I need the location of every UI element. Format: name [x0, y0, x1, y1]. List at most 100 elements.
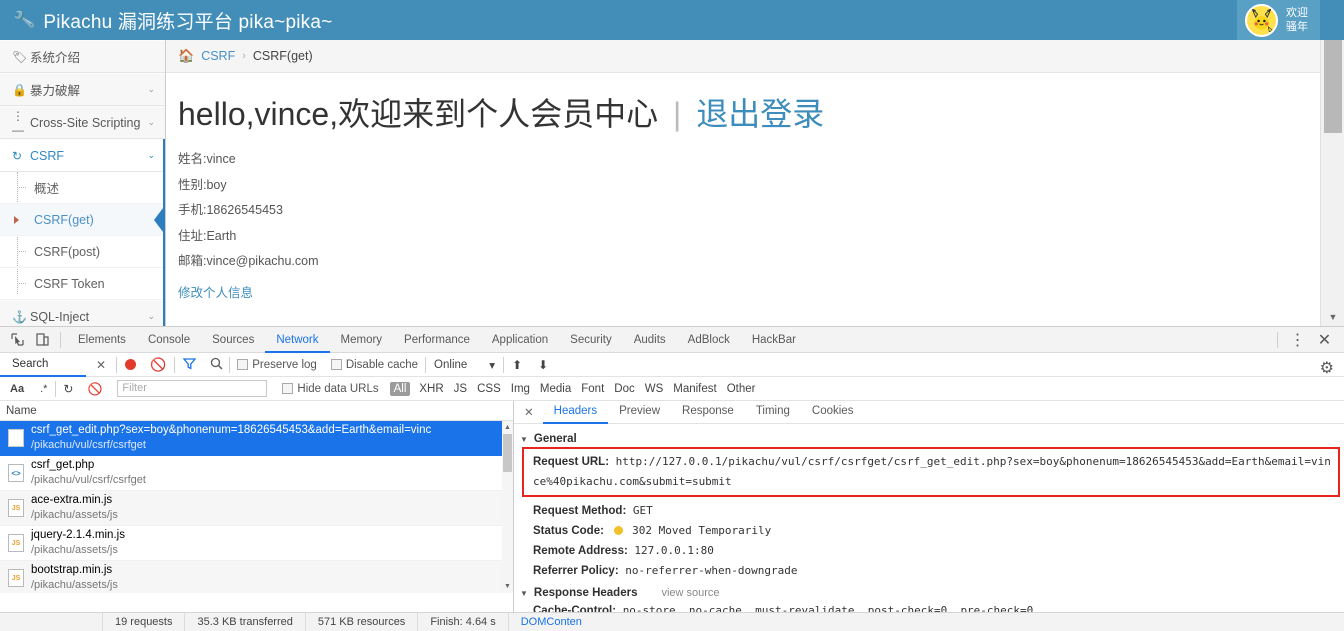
request-name: csrf_get.php: [31, 459, 95, 471]
logout-link[interactable]: 退出登录: [696, 96, 824, 132]
sidebar: 🏷 系统介绍 🔒 暴力破解 ⌄ ⋮— Cross-Site Scripting …: [0, 40, 166, 326]
sidebar-subitem-csrf-post[interactable]: CSRF(post): [0, 236, 165, 268]
import-har-icon[interactable]: ⬆: [512, 358, 522, 372]
sidebar-item-xss[interactable]: ⋮— Cross-Site Scripting ⌄: [0, 106, 165, 139]
tab-response[interactable]: Response: [671, 401, 745, 424]
scroll-down-icon[interactable]: ▼: [1321, 308, 1344, 326]
filter-type-css[interactable]: CSS: [472, 383, 506, 395]
hide-data-urls-checkbox[interactable]: Hide data URLs: [282, 383, 379, 395]
filter-icon[interactable]: [182, 357, 197, 373]
toolbar-divider-2: [174, 356, 176, 373]
sidebar-item-xss-label: Cross-Site Scripting: [30, 115, 141, 130]
scroll-down-icon[interactable]: ▼: [502, 580, 513, 593]
filter-type-js[interactable]: JS: [449, 383, 472, 395]
close-details-icon[interactable]: ✕: [514, 405, 543, 419]
scroll-up-icon[interactable]: ▲: [502, 421, 513, 434]
block-icon[interactable]: 🚫: [80, 382, 109, 396]
disable-cache-checkbox[interactable]: Disable cache: [330, 359, 418, 371]
sidebar-subitem-csrf-token[interactable]: CSRF Token: [0, 268, 165, 300]
table-row[interactable]: csrf_get_edit.php?sex=boy&phonenum=18626…: [0, 421, 513, 456]
status-code-row: Status Code: 302 Moved Temporarily: [520, 521, 1344, 541]
request-path: /pikachu/assets/js: [31, 579, 118, 591]
table-row[interactable]: JS jquery-2.1.4.min.js /pikachu/assets/j…: [0, 526, 513, 561]
tab-network[interactable]: Network: [265, 327, 329, 353]
inspect-icon[interactable]: [10, 332, 25, 347]
export-har-icon[interactable]: ⬇: [538, 358, 548, 372]
table-row[interactable]: JS ace-extra.min.js /pikachu/assets/js: [0, 491, 513, 526]
table-row[interactable]: JS bootstrap.min.js /pikachu/assets/js: [0, 561, 513, 593]
record-icon[interactable]: [125, 359, 137, 370]
filter-type-media[interactable]: Media: [535, 383, 576, 395]
tab-timing[interactable]: Timing: [745, 401, 801, 424]
tab-security[interactable]: Security: [559, 327, 623, 353]
tab-memory[interactable]: Memory: [330, 327, 394, 353]
response-headers-title-label: Response Headers: [533, 587, 638, 599]
response-headers-section-title[interactable]: ▼ Response Headers view source: [520, 587, 1344, 599]
search-drawer-tab[interactable]: Search: [0, 353, 86, 377]
filter-type-other[interactable]: Other: [722, 383, 761, 395]
tab-application[interactable]: Application: [481, 327, 559, 353]
csrf-icon: ↻: [12, 148, 23, 163]
filter-type-font[interactable]: Font: [576, 383, 609, 395]
refresh-icon[interactable]: ↻: [56, 382, 80, 396]
tab-sources[interactable]: Sources: [201, 327, 265, 353]
user-menu[interactable]: 欢迎 骚年: [1237, 0, 1320, 40]
sidebar-subitem-csrf-get[interactable]: CSRF(get): [0, 204, 165, 236]
close-search-icon[interactable]: ✕: [86, 358, 116, 372]
sidebar-item-csrf[interactable]: ↻ CSRF ⌄: [0, 139, 165, 172]
sidebar-item-intro[interactable]: 🏷 系统介绍: [0, 40, 165, 73]
page-content: 🏠 CSRF › CSRF(get) hello,vince,欢迎来到个人会员中…: [166, 40, 1320, 326]
regex-button[interactable]: .*: [32, 383, 55, 395]
site-title: Pikachu 漏洞练习平台 pika~pika~: [43, 11, 333, 33]
clear-icon[interactable]: 🚫: [150, 357, 166, 373]
sidebar-subitem-overview[interactable]: 概述: [0, 172, 165, 204]
request-list-scrollbar[interactable]: ▲ ▼: [502, 421, 513, 593]
tab-adblock[interactable]: AdBlock: [677, 327, 741, 353]
page-scrollbar[interactable]: ▲ ▼: [1320, 40, 1344, 326]
tab-hackbar[interactable]: HackBar: [741, 327, 807, 353]
close-devtools-icon[interactable]: ✕: [1317, 332, 1332, 349]
tab-preview[interactable]: Preview: [608, 401, 671, 424]
table-row[interactable]: <> csrf_get.php /pikachu/vul/csrf/csrfge…: [0, 456, 513, 491]
preserve-log-checkbox[interactable]: Preserve log: [237, 359, 317, 371]
home-icon[interactable]: 🏠: [178, 48, 194, 64]
tab-headers[interactable]: Headers: [543, 401, 608, 424]
search-icon[interactable]: [210, 357, 223, 373]
tab-performance[interactable]: Performance: [393, 327, 481, 353]
sidebar-item-sql-inject-label: SQL-Inject: [30, 309, 90, 324]
tab-console[interactable]: Console: [137, 327, 201, 353]
status-finish: Finish: 4.64 s: [418, 612, 509, 631]
filter-type-doc[interactable]: Doc: [609, 383, 639, 395]
page-scrollbar-thumb[interactable]: [1324, 40, 1342, 133]
page-title: hello,vince,欢迎来到个人会员中心 | 退出登录: [178, 95, 1320, 133]
match-case-button[interactable]: Aa: [0, 383, 32, 395]
filter-type-xhr[interactable]: XHR: [414, 383, 448, 395]
more-options-icon[interactable]: ⋮: [1290, 332, 1306, 349]
sidebar-item-bruteforce[interactable]: 🔒 暴力破解 ⌄: [0, 73, 165, 106]
request-name: csrf_get_edit.php?sex=boy&phonenum=18626…: [31, 424, 432, 436]
filter-type-manifest[interactable]: Manifest: [668, 383, 721, 395]
filter-type-ws[interactable]: WS: [640, 383, 669, 395]
tab-cookies[interactable]: Cookies: [801, 401, 865, 424]
settings-gear-icon[interactable]: ⚙: [1320, 358, 1334, 378]
site-brand[interactable]: 🔧 Pikachu 漏洞练习平台 pika~pika~: [0, 7, 333, 34]
filter-type-img[interactable]: Img: [506, 383, 535, 395]
filter-input[interactable]: Filter: [117, 380, 268, 397]
csrf-submenu: 概述 CSRF(get) CSRF(post) CSRF Token: [0, 172, 165, 300]
throttling-select[interactable]: Online ▾: [434, 358, 495, 372]
inject-icon: ⚓: [12, 309, 27, 324]
device-toolbar-icon[interactable]: [35, 332, 50, 347]
view-source-link[interactable]: view source: [661, 587, 719, 599]
request-method-row: Request Method: GET: [520, 501, 1344, 521]
general-section-title[interactable]: ▼ General: [520, 433, 1344, 445]
network-body: Name csrf_get_edit.php?sex=boy&phonenum=…: [0, 401, 1344, 613]
tab-audits[interactable]: Audits: [623, 327, 677, 353]
edit-profile-link[interactable]: 修改个人信息: [178, 282, 253, 301]
sidebar-item-sql-inject[interactable]: ⚓ SQL-Inject ⌄: [0, 300, 165, 326]
request-name: ace-extra.min.js: [31, 494, 113, 506]
tab-elements[interactable]: Elements: [67, 327, 137, 353]
breadcrumb-parent[interactable]: CSRF: [201, 49, 235, 63]
request-list[interactable]: csrf_get_edit.php?sex=boy&phonenum=18626…: [0, 421, 513, 593]
filter-type-all[interactable]: All: [389, 381, 411, 396]
request-list-scrollbar-thumb[interactable]: [503, 434, 512, 472]
